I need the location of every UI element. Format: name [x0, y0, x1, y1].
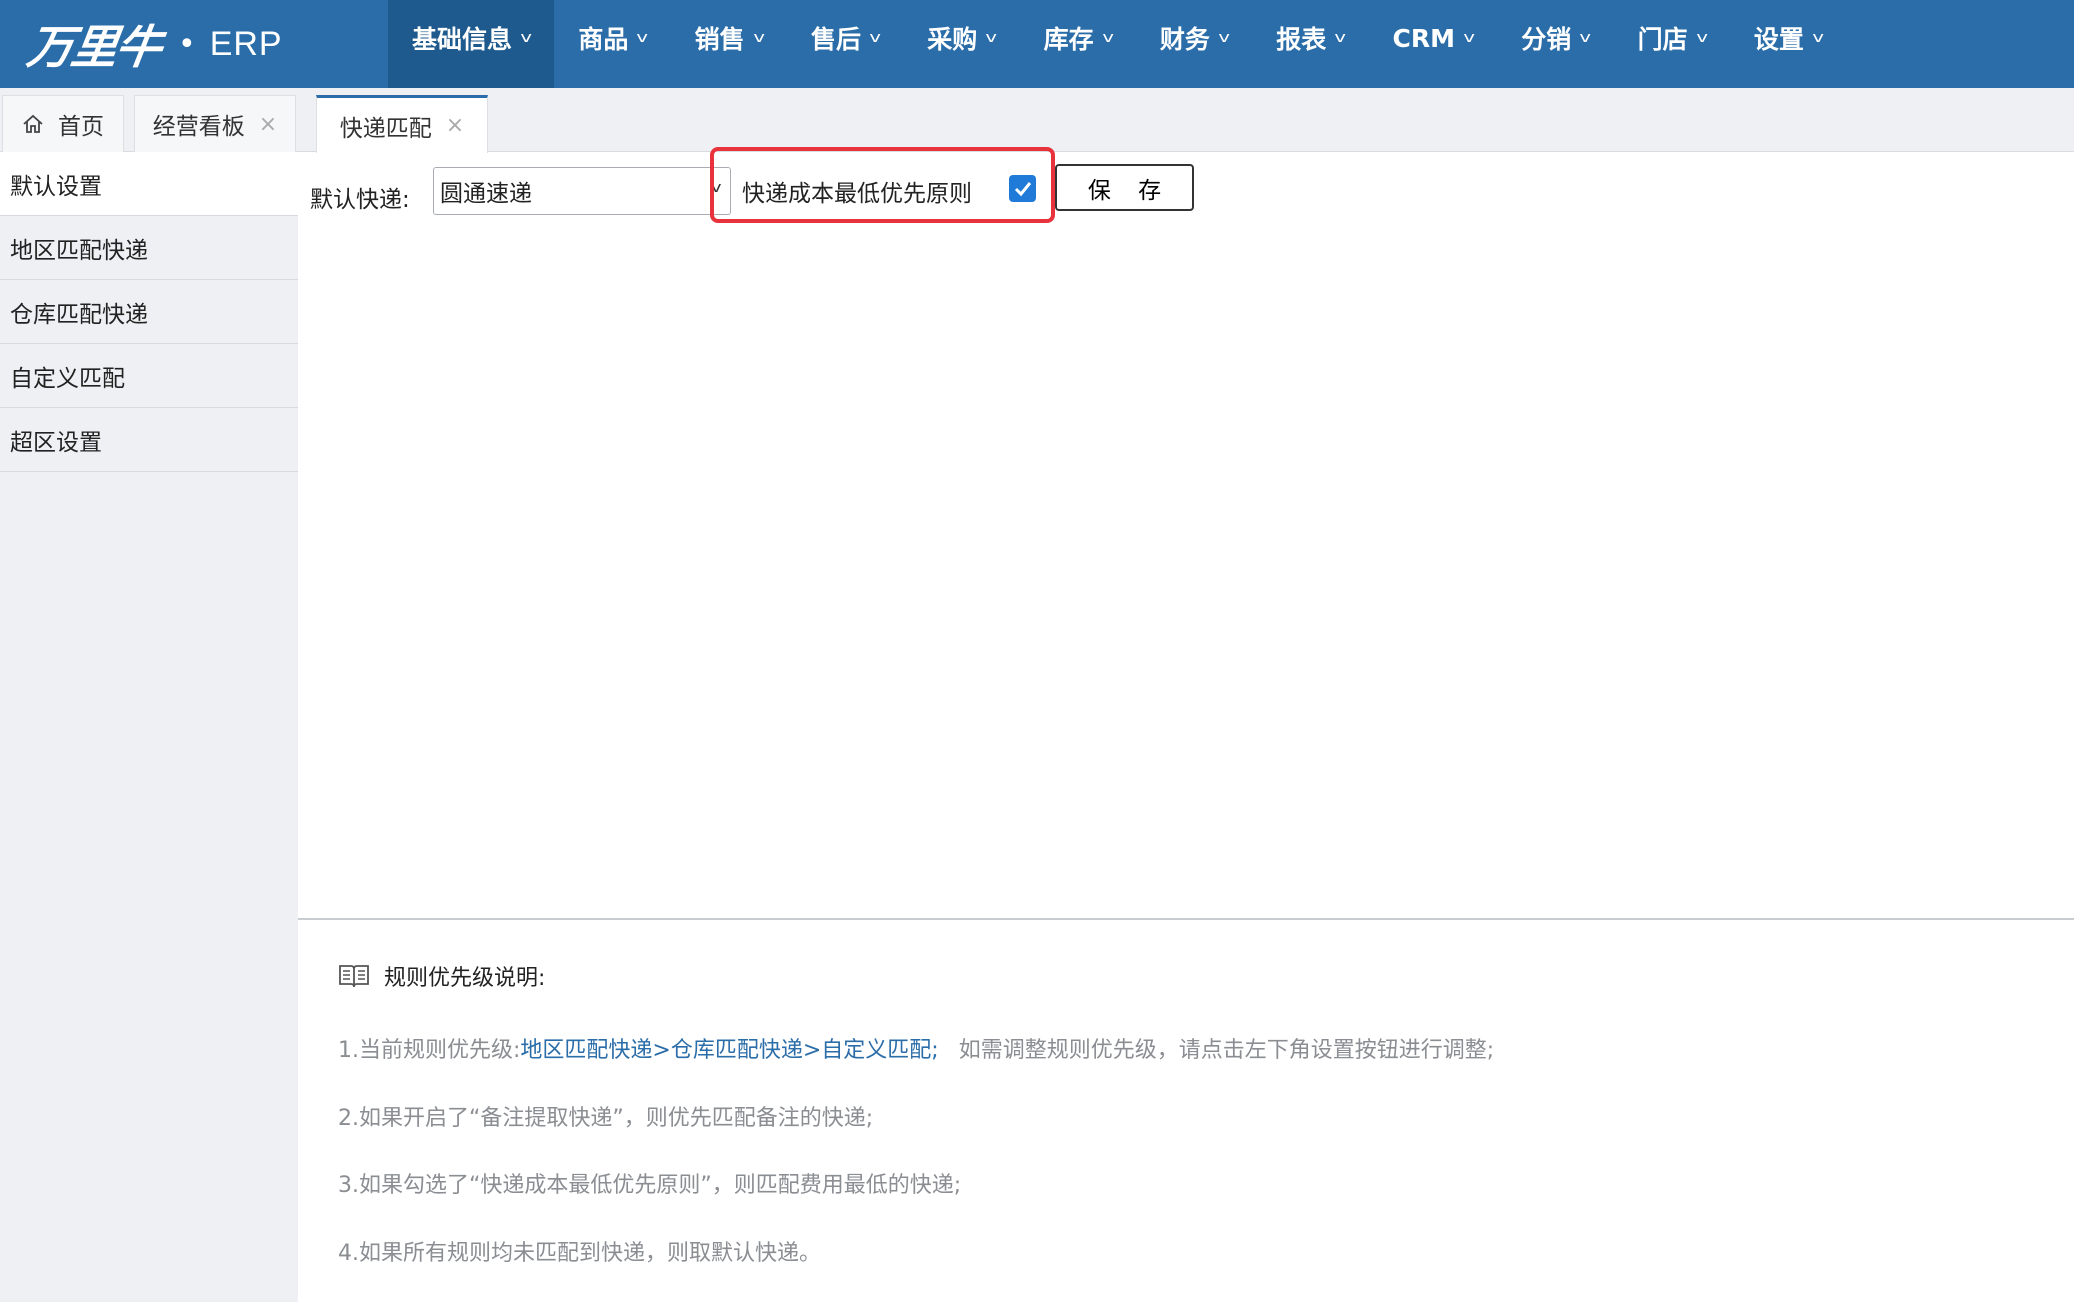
sidebar-item-custom-matching[interactable]: 自定义匹配: [0, 344, 298, 408]
nav-item-after-sales[interactable]: 售后 v: [787, 0, 903, 88]
tab-express-matching[interactable]: 快递匹配 ×: [316, 95, 488, 153]
help-line-4: 4.如果所有规则均未匹配到快递，则取默认快递。: [338, 1241, 821, 1266]
nav-item-finance[interactable]: 财务 v: [1136, 0, 1252, 88]
help-line-1: 1.当前规则优先级:地区匹配快递>仓库匹配快递>自定义匹配; 如需调整规则优先级，…: [338, 1038, 1495, 1063]
top-navbar: 万里牛 • ERP 基础信息 v 商品 v 销售 v 售后 v 采购 v 库存 v 财务 v …: [0, 0, 2074, 88]
nav-item-purchase[interactable]: 采购 v: [903, 0, 1019, 88]
check-icon: [1014, 181, 1031, 196]
sidebar-item-warehouse-matching[interactable]: 仓库匹配快递: [0, 280, 298, 344]
sidebar-item-region-matching[interactable]: 地区匹配快递: [0, 216, 298, 280]
chevron-down-icon: v: [1101, 30, 1114, 46]
nav-item-sales[interactable]: 销售 v: [671, 0, 787, 88]
nav-item-reports[interactable]: 报表 v: [1252, 0, 1368, 88]
chevron-down-icon: v: [1334, 30, 1347, 46]
sidebar-item-default-settings[interactable]: 默认设置: [0, 152, 298, 216]
help-title: 规则优先级说明:: [384, 966, 546, 991]
default-express-label: 默认快递:: [310, 187, 410, 213]
logo[interactable]: 万里牛 • ERP: [0, 0, 388, 88]
help-section: 规则优先级说明:: [338, 960, 545, 992]
chevron-down-icon: v: [636, 30, 649, 46]
chevron-down-icon: v: [1218, 30, 1230, 46]
chevron-down-icon: v: [985, 30, 998, 46]
tab-home[interactable]: 首页: [2, 95, 124, 152]
cost-rule-label: 快递成本最低优先原则: [742, 181, 972, 207]
nav-item-store[interactable]: 门店 v: [1614, 0, 1730, 88]
tab-bar: 首页 经营看板 × 快递匹配 ×: [0, 88, 2074, 153]
divider: [298, 918, 2074, 920]
save-button[interactable]: 保 存: [1055, 164, 1194, 211]
nav-item-inventory[interactable]: 库存 v: [1020, 0, 1136, 88]
nav-item-goods[interactable]: 商品 v: [554, 0, 670, 88]
default-express-select[interactable]: 圆通速递 v: [433, 167, 731, 215]
chevron-down-icon: v: [1812, 30, 1824, 46]
nav-item-basic-info[interactable]: 基础信息 v: [388, 0, 555, 88]
logo-brand: 万里牛: [23, 20, 164, 74]
logo-dot: •: [178, 26, 196, 62]
nav-item-distribution[interactable]: 分销 v: [1497, 0, 1613, 88]
nav-item-settings[interactable]: 设置 v: [1730, 0, 1846, 88]
home-icon: [22, 113, 44, 135]
chevron-down-icon: v: [869, 30, 881, 46]
help-line-3: 3.如果勾选了“快递成本最低优先原则”，则匹配费用最低的快递;: [338, 1173, 962, 1198]
chevron-down-icon: v: [1463, 30, 1475, 46]
close-icon[interactable]: ×: [259, 112, 277, 137]
cost-rule-checkbox[interactable]: [1009, 175, 1036, 202]
sidebar-item-out-of-range[interactable]: 超区设置: [0, 408, 298, 472]
book-icon: [338, 963, 370, 989]
chevron-down-icon: v: [1579, 30, 1592, 46]
sidebar: 默认设置 地区匹配快递 仓库匹配快递 自定义匹配 超区设置: [0, 152, 298, 1302]
nav-item-crm[interactable]: CRM v: [1369, 0, 1498, 88]
chevron-down-icon: v: [520, 30, 532, 46]
chevron-down-icon: v: [1695, 30, 1708, 46]
close-icon[interactable]: ×: [446, 113, 464, 138]
help-line-2: 2.如果开启了“备注提取快递”，则优先匹配备注的快递;: [338, 1106, 874, 1131]
chevron-down-icon: v: [752, 30, 765, 46]
rule-priority-link[interactable]: 地区匹配快递>仓库匹配快递>自定义匹配;: [520, 1038, 938, 1063]
tab-dashboard[interactable]: 经营看板 ×: [134, 95, 296, 152]
logo-product: ERP: [209, 24, 283, 63]
main-nav: 基础信息 v 商品 v 销售 v 售后 v 采购 v 库存 v 财务 v 报表 v CRM v 分…: [388, 0, 1846, 88]
